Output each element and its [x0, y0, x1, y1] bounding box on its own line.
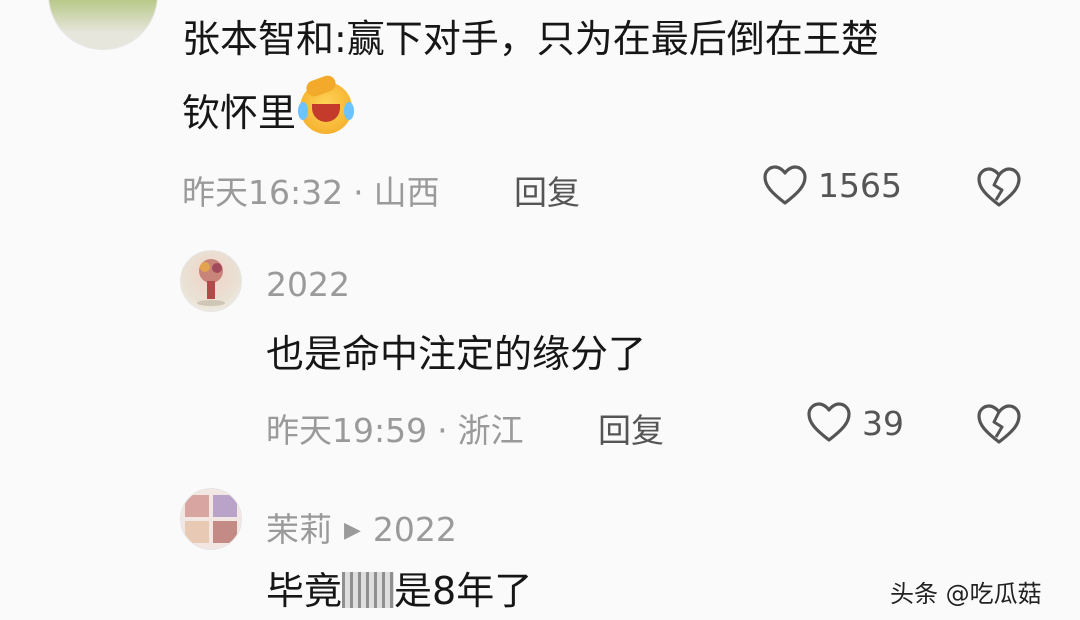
- comment-location: 山西: [373, 173, 440, 212]
- dislike-button[interactable]: [976, 403, 1022, 449]
- comment-time: 昨天16:32: [182, 173, 344, 212]
- like-button[interactable]: [806, 401, 852, 447]
- comment-text-line1: 张本智和:赢下对手，只为在最后倒在王楚: [182, 17, 879, 61]
- heart-outline-icon: [807, 402, 851, 442]
- separator: ·: [353, 173, 364, 212]
- play-triangle-icon: ▶: [344, 518, 361, 543]
- reply-button[interactable]: 回复: [598, 404, 664, 452]
- comment-meta: 昨天16:32 · 山西: [182, 166, 440, 214]
- comment-text-start: 毕竟: [266, 569, 343, 613]
- username[interactable]: 茉莉: [266, 510, 332, 549]
- reply-to-username[interactable]: 2022: [373, 510, 457, 549]
- like-count: 39: [862, 404, 904, 443]
- avatar[interactable]: [180, 488, 242, 550]
- broken-heart-icon: [977, 404, 1021, 444]
- obscured-text: [342, 572, 395, 608]
- dislike-button[interactable]: [976, 166, 1022, 212]
- reply-header: 茉莉 ▶ 2022: [266, 503, 457, 551]
- comment-meta: 昨天19:59 · 浙江: [266, 404, 524, 452]
- comment-text-end: 是8年了: [394, 569, 533, 613]
- like-button[interactable]: [762, 164, 808, 210]
- avatar-illustration-icon: [197, 259, 225, 306]
- like-count: 1565: [818, 166, 902, 205]
- username[interactable]: 2022: [266, 265, 350, 304]
- comment-text: 毕竟 是8年了: [266, 562, 532, 620]
- comment-text-line2: 钦怀里: [182, 91, 297, 135]
- rolling-laughing-emoji-icon: [298, 73, 355, 134]
- comment-time: 昨天19:59: [266, 411, 428, 450]
- separator: ·: [437, 411, 448, 450]
- watermark: 头条 @吃瓜菇: [890, 580, 1042, 608]
- reply-button[interactable]: 回复: [514, 166, 580, 214]
- avatar-collage-icon: [185, 495, 237, 543]
- comment-text: 张本智和:赢下对手，只为在最后倒在王楚 钦怀里: [182, 10, 879, 142]
- avatar[interactable]: [48, 0, 158, 50]
- comment-location: 浙江: [457, 411, 524, 450]
- comment-text: 也是命中注定的缘分了: [266, 332, 647, 376]
- heart-outline-icon: [763, 165, 807, 205]
- avatar[interactable]: [180, 250, 242, 312]
- broken-heart-icon: [977, 167, 1021, 207]
